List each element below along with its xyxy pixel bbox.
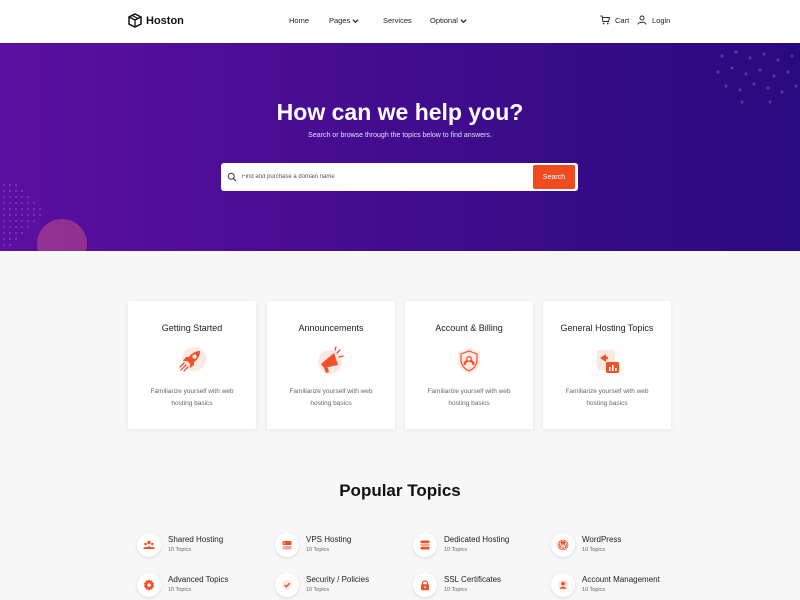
topic-dedicated-hosting[interactable]: Dedicated Hosting 10 Topics xyxy=(413,533,543,559)
topic-vps-hosting[interactable]: VPS Hosting 10 Topics xyxy=(275,533,405,559)
gear-icon xyxy=(143,579,155,591)
topic-count: 10 Topics xyxy=(168,547,192,553)
search-button[interactable]: Search xyxy=(533,165,575,189)
topic-icon-wrap xyxy=(551,533,575,557)
topic-count: 10 Topics xyxy=(306,547,330,553)
logo-text: Hoston xyxy=(146,14,184,27)
nav-item-label: Home xyxy=(289,16,310,25)
topic-name: Advanced Topics xyxy=(168,575,229,584)
nav-item-label: Pages xyxy=(329,16,351,25)
navbar: Hoston Home Pages Services Optional Cart… xyxy=(0,0,800,43)
topic-account-management[interactable]: Account Management 10 Topics xyxy=(551,573,681,599)
card-description: Familiarize yourself with web hosting ba… xyxy=(150,388,234,407)
card-title: Getting Started xyxy=(161,323,223,333)
hero-title: How can we help you? xyxy=(276,99,524,125)
topic-count: 10 Topics xyxy=(168,587,192,593)
login-link[interactable]: Login xyxy=(637,15,670,25)
topic-count: 10 Topics xyxy=(444,587,468,593)
cart-label: Cart xyxy=(615,15,630,25)
chevron-down-icon xyxy=(352,18,359,23)
logo[interactable]: Hoston xyxy=(128,13,184,28)
topic-ssl-certificates[interactable]: SSL Certificates 10 Topics xyxy=(413,573,543,599)
nav-item-services[interactable]: Services xyxy=(383,16,412,25)
card-title: General Hosting Topics xyxy=(560,323,654,333)
category-card-general-hosting[interactable]: General Hosting Topics Familiarize yours… xyxy=(543,301,671,429)
topic-wordpress[interactable]: WordPress 10 Topics xyxy=(551,533,681,559)
topic-advanced-topics[interactable]: Advanced Topics 10 Topics xyxy=(137,573,267,599)
card-title: Account & Billing xyxy=(435,323,503,333)
topic-icon-wrap xyxy=(413,533,437,557)
topic-icon-wrap xyxy=(275,573,299,597)
topic-name: Shared Hosting xyxy=(168,535,224,544)
topic-shared-hosting[interactable]: Shared Hosting 10 Topics xyxy=(137,533,267,559)
nav-item-label: Services xyxy=(383,16,412,25)
card-title: Announcements xyxy=(298,323,364,333)
account-icon xyxy=(557,579,569,591)
chevron-down-icon xyxy=(460,18,467,23)
shield-user-icon xyxy=(458,348,480,374)
topic-name: SSL Certificates xyxy=(444,575,502,584)
topic-name: Account Management xyxy=(582,575,660,584)
topic-name: Dedicated Hosting xyxy=(444,535,510,544)
shield-check-icon xyxy=(282,579,292,591)
hero-section: How can we help you? Search or browse th… xyxy=(0,43,800,251)
user-icon xyxy=(637,15,647,25)
search-bar: Search xyxy=(221,163,578,191)
server-icon xyxy=(282,541,292,550)
wordpress-icon xyxy=(557,539,569,551)
topic-name: VPS Hosting xyxy=(306,535,352,544)
card-description: Familiarize yourself with web hosting ba… xyxy=(289,388,373,407)
topic-icon-wrap xyxy=(137,533,161,557)
users-icon xyxy=(143,540,155,549)
topic-icon-wrap xyxy=(137,573,161,597)
nav-item-label: Optional xyxy=(430,16,458,25)
search-icon xyxy=(227,172,237,182)
topic-icon-wrap xyxy=(413,573,437,597)
topic-icon-wrap xyxy=(551,573,575,597)
topic-security-policies[interactable]: Security / Policies 10 Topics xyxy=(275,573,405,599)
nav-item-optional[interactable]: Optional xyxy=(430,16,467,25)
topic-name: WordPress xyxy=(582,535,622,544)
category-card-account-billing[interactable]: Account & Billing Familiarize yourself w… xyxy=(405,301,533,429)
rocket-icon xyxy=(179,347,206,372)
topic-name: Security / Policies xyxy=(306,575,370,584)
nav-item-pages[interactable]: Pages xyxy=(329,16,359,25)
topic-count: 10 Topics xyxy=(582,587,606,593)
hero-subtitle: Search or browse through the topics belo… xyxy=(308,132,492,139)
server-stack-icon xyxy=(420,540,430,550)
category-card-announcements[interactable]: Announcements Familiarize yourself with … xyxy=(267,301,395,429)
analytics-icon xyxy=(597,350,619,373)
lock-icon xyxy=(421,580,429,591)
card-description: Familiarize yourself with web hosting ba… xyxy=(427,388,511,407)
cart-icon xyxy=(600,15,610,25)
nav-item-home[interactable]: Home xyxy=(289,16,309,25)
topic-icon-wrap xyxy=(275,533,299,557)
search-input[interactable] xyxy=(242,170,522,184)
category-card-getting-started[interactable]: Getting Started Familiarize yourself wit… xyxy=(128,301,256,429)
cart-link[interactable]: Cart xyxy=(600,15,629,25)
topic-count: 10 Topics xyxy=(444,547,468,553)
popular-topics-title: Popular Topics xyxy=(339,481,461,500)
card-description: Familiarize yourself with web hosting ba… xyxy=(565,388,649,407)
topic-count: 10 Topics xyxy=(582,547,606,553)
dots-decoration xyxy=(716,50,798,104)
login-label: Login xyxy=(652,15,671,25)
box-logo-icon xyxy=(128,13,142,28)
megaphone-icon xyxy=(318,346,344,374)
topic-count: 10 Topics xyxy=(306,587,330,593)
